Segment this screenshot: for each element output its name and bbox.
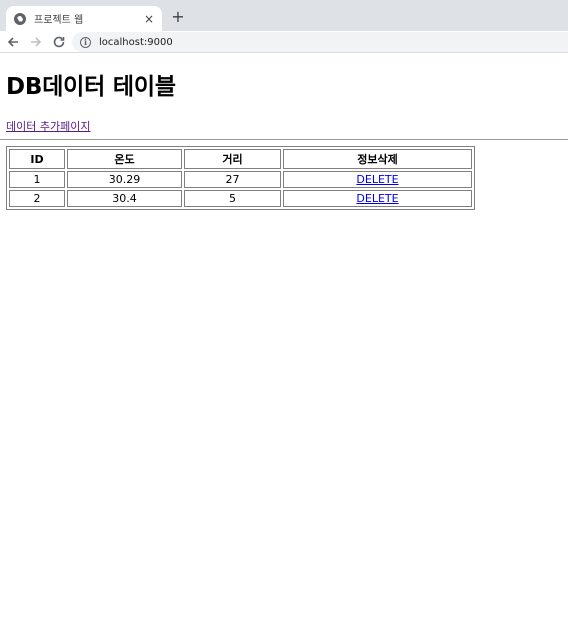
table-header-row: ID 온도 거리 정보삭제 <box>9 149 472 169</box>
url-text: localhost:9000 <box>99 36 173 48</box>
cell-delete: DELETE <box>283 171 472 188</box>
header-temperature: 온도 <box>67 149 182 169</box>
back-button[interactable] <box>3 32 23 52</box>
add-data-link[interactable]: 데이터 추가페이지 <box>6 118 90 134</box>
browser-tab[interactable]: 프로젝트 웹 × <box>6 6 162 31</box>
header-distance: 거리 <box>184 149 281 169</box>
divider <box>0 139 568 140</box>
back-arrow-icon <box>7 36 18 47</box>
forward-arrow-icon <box>31 36 42 47</box>
table-row: 2 30.4 5 DELETE <box>9 190 472 207</box>
page-content: DB데이터 테이블 데이터 추가페이지 ID 온도 거리 정보삭제 1 30.2… <box>0 67 568 210</box>
header-id: ID <box>9 149 65 169</box>
forward-button[interactable] <box>26 32 46 52</box>
table-row: 1 30.29 27 DELETE <box>9 171 472 188</box>
delete-link[interactable]: DELETE <box>356 173 398 186</box>
cell-delete: DELETE <box>283 190 472 207</box>
header-delete: 정보삭제 <box>283 149 472 169</box>
tab-title: 프로젝트 웹 <box>34 15 84 26</box>
delete-link[interactable]: DELETE <box>356 192 398 205</box>
new-tab-button[interactable]: + <box>170 8 186 26</box>
browser-toolbar: i localhost:9000 <box>0 31 568 53</box>
cell-temperature: 30.29 <box>67 171 182 188</box>
tab-close-button[interactable]: × <box>142 12 156 26</box>
cell-temperature: 30.4 <box>67 190 182 207</box>
cell-distance: 27 <box>184 171 281 188</box>
globe-icon <box>14 12 26 25</box>
tab-strip: 프로젝트 웹 × + <box>0 0 568 31</box>
cell-id: 1 <box>9 171 65 188</box>
cell-id: 2 <box>9 190 65 207</box>
page-title: DB데이터 테이블 <box>6 74 176 100</box>
reload-icon <box>53 36 65 47</box>
cell-distance: 5 <box>184 190 281 207</box>
reload-button[interactable] <box>49 32 69 52</box>
address-bar[interactable]: i localhost:9000 <box>72 32 568 52</box>
info-icon[interactable]: i <box>80 36 91 48</box>
data-table: ID 온도 거리 정보삭제 1 30.29 27 DELETE 2 30.4 5… <box>6 146 475 210</box>
